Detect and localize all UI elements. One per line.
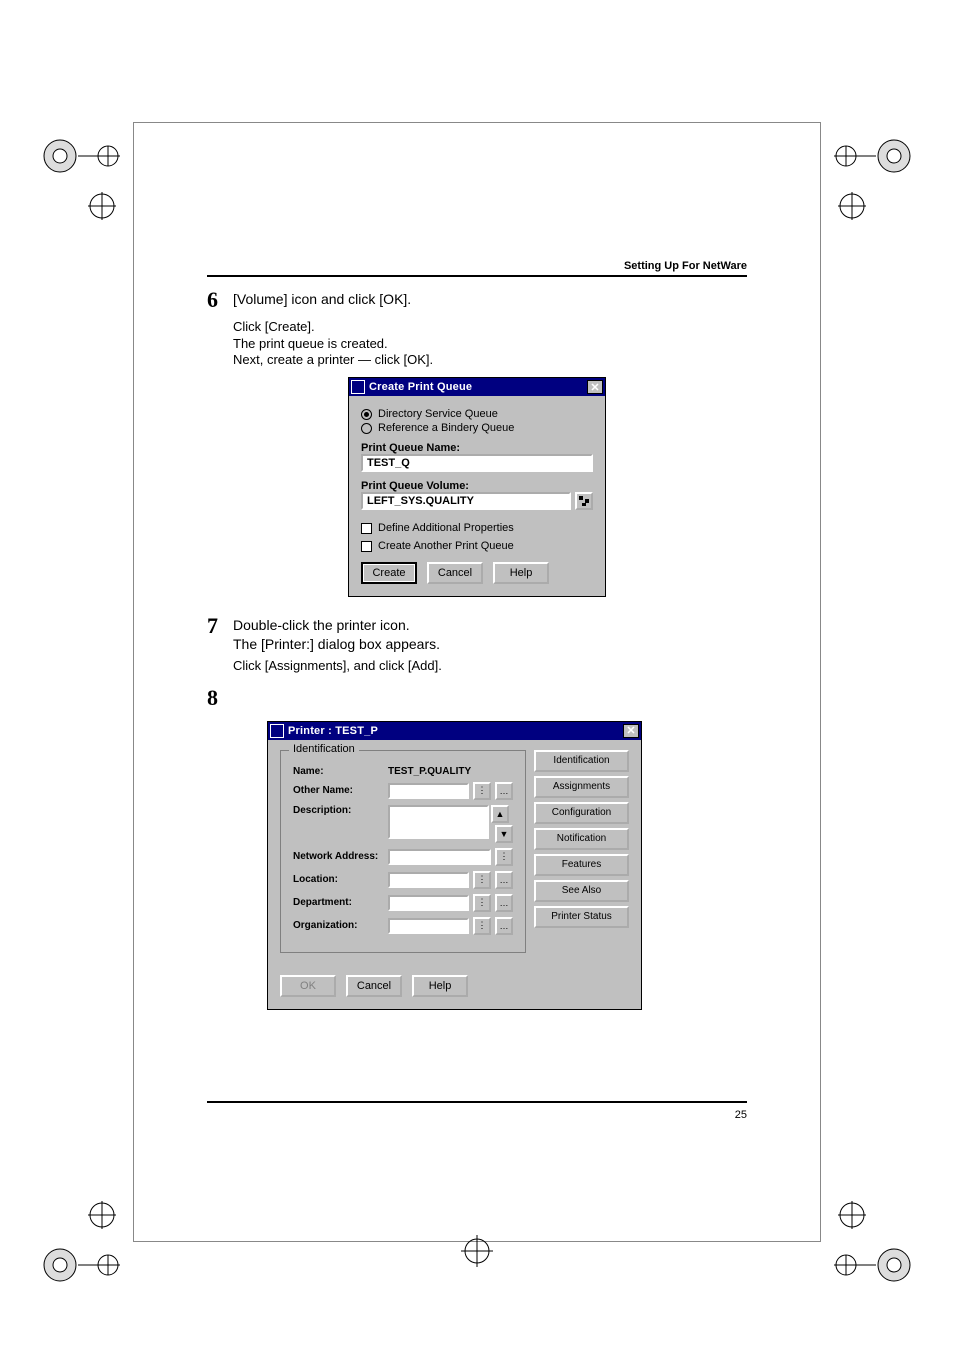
- browse-volume-button[interactable]: [575, 492, 593, 510]
- label-queue-volume: Print Queue Volume:: [361, 480, 593, 492]
- scroll-down-icon[interactable]: ▼: [495, 825, 513, 843]
- help-button[interactable]: Help: [493, 562, 549, 584]
- dialog-title: Printer : TEST_P: [284, 725, 623, 737]
- radio-label: Reference a Bindery Queue: [378, 422, 514, 434]
- create-button[interactable]: Create: [361, 562, 417, 584]
- tab-identification[interactable]: Identification: [534, 750, 629, 772]
- step-8: 8: [207, 683, 747, 713]
- checkbox-additional-props[interactable]: Define Additional Properties: [361, 522, 593, 534]
- input-queue-volume[interactable]: LEFT_SYS.QUALITY: [361, 492, 571, 510]
- browse-button[interactable]: …: [495, 917, 513, 935]
- input-location[interactable]: [388, 872, 469, 888]
- titlebar[interactable]: Create Print Queue ✕: [349, 378, 605, 396]
- close-icon: ✕: [590, 381, 599, 394]
- input-queue-name[interactable]: TEST_Q: [361, 454, 593, 472]
- dialog-title: Create Print Queue: [365, 381, 587, 393]
- dialog-printer-properties: Printer : TEST_P ✕ Identification Name:T…: [267, 721, 642, 1010]
- input-description[interactable]: [388, 805, 489, 839]
- group-title: Identification: [289, 743, 359, 755]
- label-department: Department:: [293, 897, 388, 908]
- step-number: 7: [207, 611, 233, 654]
- radio-label: Directory Service Queue: [378, 408, 498, 420]
- input-department[interactable]: [388, 895, 469, 911]
- stepper-icon[interactable]: ⋮: [473, 782, 491, 800]
- tab-printer-status[interactable]: Printer Status: [534, 906, 629, 928]
- label-other-name: Other Name:: [293, 785, 388, 796]
- input-organization[interactable]: [388, 918, 469, 934]
- tab-features[interactable]: Features: [534, 854, 629, 876]
- checkbox-label: Define Additional Properties: [378, 522, 514, 534]
- label-description: Description:: [293, 805, 388, 816]
- tree-icon: [579, 496, 589, 506]
- radio-directory-service[interactable]: Directory Service Queue: [361, 408, 593, 420]
- page-footer: 25: [207, 1101, 747, 1121]
- regmark-icon: [457, 1231, 497, 1271]
- browse-button[interactable]: …: [495, 871, 513, 889]
- titlebar[interactable]: Printer : TEST_P ✕: [268, 722, 641, 740]
- page-number: 25: [735, 1109, 747, 1121]
- dialog-create-print-queue: Create Print Queue ✕ Directory Service Q…: [348, 377, 606, 597]
- regmark-icon: [38, 1197, 128, 1287]
- regmark-icon: [826, 134, 916, 224]
- ok-button[interactable]: OK: [280, 975, 336, 997]
- dialog-icon: [351, 380, 365, 394]
- cancel-button[interactable]: Cancel: [346, 975, 402, 997]
- rule: [207, 275, 747, 277]
- running-title: Setting Up For NetWare: [207, 260, 747, 272]
- stepper-icon[interactable]: ⋮: [473, 917, 491, 935]
- label-location: Location:: [293, 874, 388, 885]
- step-number: 6: [207, 285, 233, 315]
- radio-bindery[interactable]: Reference a Bindery Queue: [361, 422, 593, 434]
- step-number: 8: [207, 683, 233, 713]
- dialog-icon: [270, 724, 284, 738]
- group-identification: Identification Name:TEST_P.QUALITY Other…: [280, 750, 526, 953]
- label-organization: Organization:: [293, 920, 388, 931]
- scroll-up-icon[interactable]: ▲: [491, 805, 509, 823]
- browse-button[interactable]: …: [495, 894, 513, 912]
- stepper-icon[interactable]: ⋮: [473, 894, 491, 912]
- label-name: Name:: [293, 766, 388, 777]
- regmark-icon: [826, 1197, 916, 1287]
- tab-see-also[interactable]: See Also: [534, 880, 629, 902]
- step-text: Double-click the printer icon. The [Prin…: [233, 611, 747, 654]
- stepper-icon[interactable]: ⋮: [495, 848, 513, 866]
- checkbox-another-queue[interactable]: Create Another Print Queue: [361, 540, 593, 552]
- label-network-address: Network Address:: [293, 851, 388, 862]
- cancel-button[interactable]: Cancel: [427, 562, 483, 584]
- close-button[interactable]: ✕: [623, 724, 639, 738]
- step-7: 7 Double-click the printer icon. The [Pr…: [207, 611, 747, 654]
- step-6-sub: Click [Create]. The print queue is creat…: [233, 319, 747, 370]
- label-queue-name: Print Queue Name:: [361, 442, 593, 454]
- tab-configuration[interactable]: Configuration: [534, 802, 629, 824]
- browse-button[interactable]: …: [495, 782, 513, 800]
- tab-notification[interactable]: Notification: [534, 828, 629, 850]
- stepper-icon[interactable]: ⋮: [473, 871, 491, 889]
- close-button[interactable]: ✕: [587, 380, 603, 394]
- input-network-address[interactable]: [388, 849, 491, 865]
- tab-assignments[interactable]: Assignments: [534, 776, 629, 798]
- input-other-name[interactable]: [388, 783, 469, 799]
- step-6: 6 [Volume] icon and click [OK].: [207, 285, 747, 315]
- regmark-icon: [38, 134, 128, 224]
- step-text: [Volume] icon and click [OK].: [233, 285, 747, 315]
- side-tabs: Identification Assignments Configuration…: [534, 750, 629, 953]
- help-button[interactable]: Help: [412, 975, 468, 997]
- value-name: TEST_P.QUALITY: [388, 766, 513, 777]
- close-icon: ✕: [626, 724, 635, 737]
- checkbox-label: Create Another Print Queue: [378, 540, 514, 552]
- step-7-sub: Click [Assignments], and click [Add].: [233, 658, 747, 675]
